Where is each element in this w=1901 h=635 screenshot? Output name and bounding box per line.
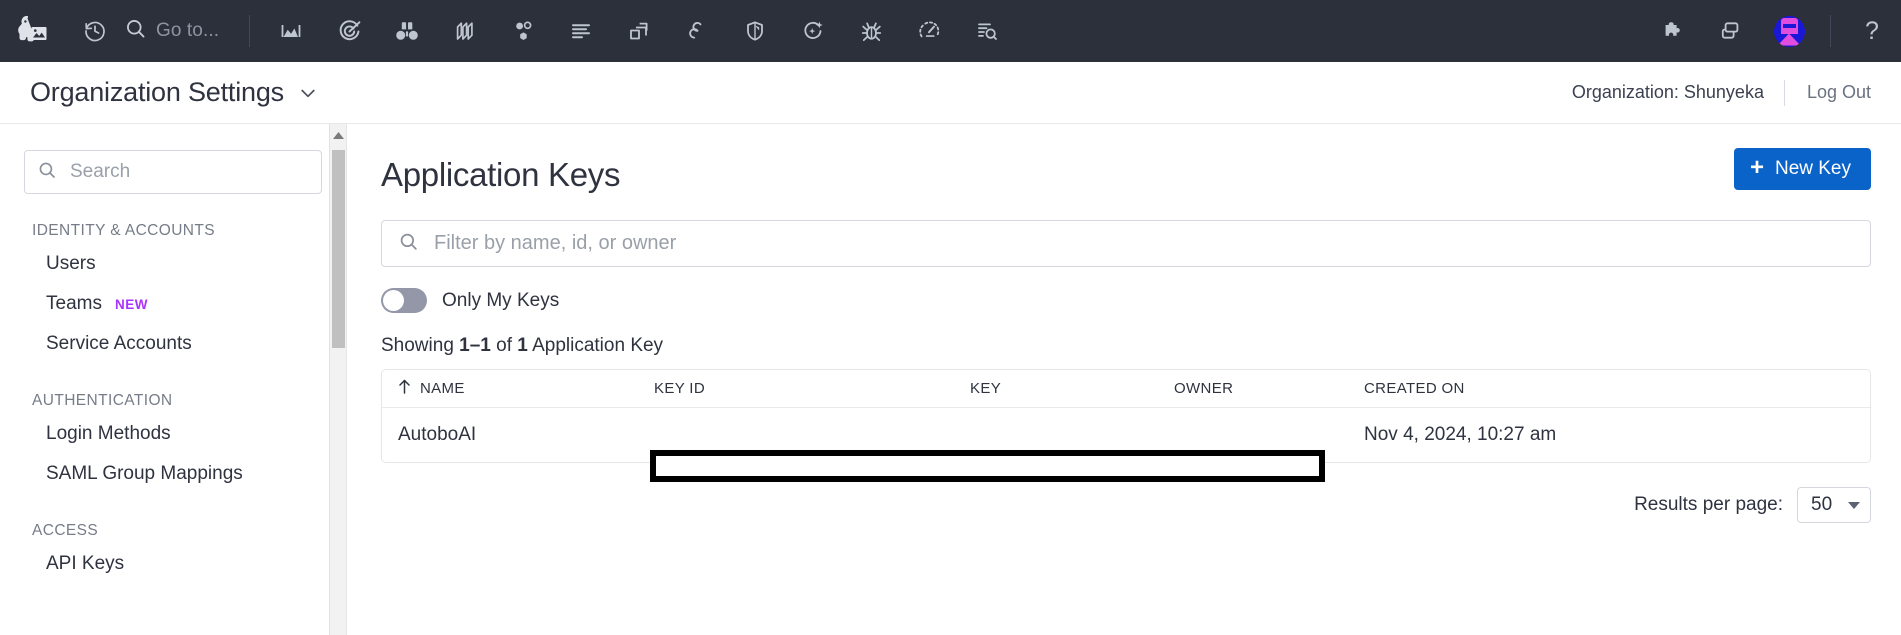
help-question-icon[interactable]: ? (1843, 0, 1901, 62)
application-keys-table: NAME KEY ID KEY OWNER CREATED ON AutoboA… (381, 369, 1871, 463)
column-header-label: KEY (970, 380, 1002, 397)
filter-input[interactable] (432, 231, 1854, 256)
go-to-search[interactable]: Go to... (124, 0, 237, 62)
redaction-box (650, 450, 1325, 482)
column-header-label: OWNER (1174, 380, 1234, 397)
sidebar-scrollbar-thumb[interactable] (332, 150, 345, 348)
dashboards-icon[interactable] (262, 0, 320, 62)
scroll-up-arrow-icon[interactable] (330, 131, 346, 140)
security-shield-icon[interactable] (726, 0, 784, 62)
performance-gauge-icon[interactable] (900, 0, 958, 62)
only-my-keys-label: Only My Keys (442, 289, 560, 311)
cell-created-on: Nov 4, 2024, 10:27 am (1364, 424, 1557, 445)
search-icon (37, 160, 57, 185)
results-per-page-select[interactable]: 50 (1797, 487, 1871, 523)
ai-sparkle-icon[interactable] (784, 0, 842, 62)
plus-icon: + (1749, 154, 1764, 181)
column-header-key[interactable]: KEY (970, 380, 1174, 397)
go-to-label: Go to... (156, 20, 220, 41)
column-header-owner[interactable]: OWNER (1174, 380, 1364, 397)
log-explorer-search-icon[interactable] (958, 0, 1016, 62)
main-header-row: Application Keys + New Key (381, 148, 1871, 191)
sidebar-section-identity-accounts: IDENTITY & ACCOUNTS (32, 222, 216, 239)
new-badge: NEW (114, 297, 148, 312)
pagination-controls: Results per page: 50 (381, 487, 1871, 523)
sidebar-item-saml-group-mappings[interactable]: SAML Group Mappings (0, 454, 346, 494)
sidebar-item-service-accounts[interactable]: Service Accounts (0, 324, 346, 364)
column-header-label: KEY ID (654, 380, 706, 397)
only-my-keys-row: Only My Keys (381, 288, 1871, 313)
containers-stack-icon[interactable] (610, 0, 668, 62)
showing-total: 1 (517, 335, 528, 356)
sort-ascending-arrow-icon (398, 379, 411, 398)
filter-box[interactable] (381, 220, 1871, 267)
error-tracking-bug-icon[interactable] (842, 0, 900, 62)
results-per-page-label: Results per page: (1634, 494, 1783, 515)
sidebar-item-api-keys[interactable]: API Keys (0, 544, 346, 584)
search-icon (398, 231, 419, 257)
new-key-button-label: New Key (1774, 158, 1851, 179)
organization-label: Organization: Shunyeka (1571, 82, 1764, 102)
top-navigation-bar: Go to... ? (0, 0, 1901, 62)
top-nav-right-group: ? (1644, 0, 1901, 62)
table-header-row: NAME KEY ID KEY OWNER CREATED ON (382, 370, 1870, 408)
sidebar-item-teams[interactable]: Teams NEW (0, 284, 346, 324)
showing-count-text: Showing 1–1 of 1 Application Key (381, 335, 1871, 357)
column-header-name[interactable]: NAME (382, 379, 654, 398)
apm-nodes-icon[interactable] (494, 0, 552, 62)
new-key-button[interactable]: + New Key (1733, 148, 1871, 190)
main-content: Application Keys + New Key Only My Keys … (347, 124, 1901, 635)
history-clock-icon[interactable] (66, 0, 124, 62)
results-per-page-value: 50 (1811, 494, 1833, 515)
monitors-target-icon[interactable] (320, 0, 378, 62)
sidebar-item-label: API Keys (46, 553, 125, 574)
caret-down-icon (1848, 501, 1860, 509)
sidebar-section-authentication: AUTHENTICATION (32, 392, 173, 409)
sidebar-item-label: Login Methods (46, 423, 171, 444)
showing-suffix: Application Key (527, 335, 664, 356)
search-icon (124, 17, 147, 45)
integrations-puzzle-icon[interactable] (1644, 0, 1702, 62)
sidebar-search-box[interactable] (24, 150, 322, 194)
showing-mid: of (490, 335, 518, 356)
toggle-knob (383, 290, 404, 311)
user-avatar[interactable] (1760, 0, 1818, 62)
settings-sidebar: IDENTITY & ACCOUNTS Users Teams NEW Serv… (0, 124, 347, 635)
header-right-group: Organization: Shunyeka Log Out (1571, 79, 1877, 106)
nav-divider (249, 15, 251, 47)
nav-divider-right (1830, 15, 1831, 47)
cell-name: AutoboAI (398, 424, 477, 445)
page-title-organization-settings: Organization Settings (30, 77, 284, 107)
showing-prefix: Showing (381, 335, 460, 356)
page-title: Application Keys (381, 156, 621, 193)
column-header-created-on[interactable]: CREATED ON (1364, 380, 1870, 397)
logs-layers-icon[interactable] (436, 0, 494, 62)
sidebar-item-label: Users (46, 253, 96, 274)
page-header: Organization Settings Organization: Shun… (0, 62, 1901, 124)
body-container: IDENTITY & ACCOUNTS Users Teams NEW Serv… (0, 124, 1901, 635)
synthetics-link-icon[interactable] (668, 0, 726, 62)
sidebar-scrollbar[interactable] (329, 124, 346, 635)
sidebar-section-access: ACCESS (32, 522, 99, 539)
sidebar-item-label: Service Accounts (46, 333, 192, 354)
sidebar-search-input[interactable] (68, 160, 309, 184)
sidebar-item-label: Teams (46, 293, 102, 314)
sidebar-item-label: SAML Group Mappings (46, 463, 243, 484)
column-header-label: CREATED ON (1364, 380, 1465, 397)
datadog-dog-logo[interactable] (0, 0, 66, 62)
chevron-down-icon[interactable] (298, 83, 318, 103)
column-header-label: NAME (420, 380, 465, 397)
top-nav-left-group: Go to... (0, 0, 1016, 62)
sidebar-item-users[interactable]: Users (0, 244, 346, 284)
column-header-key-id[interactable]: KEY ID (654, 380, 970, 397)
logout-link[interactable]: Log Out (1785, 82, 1877, 103)
infrastructure-list-icon[interactable] (552, 0, 610, 62)
only-my-keys-toggle[interactable] (381, 288, 427, 313)
showing-range: 1–1 (459, 335, 491, 356)
watchdog-binoculars-icon[interactable] (378, 0, 436, 62)
notebooks-copy-icon[interactable] (1702, 0, 1760, 62)
sidebar-item-login-methods[interactable]: Login Methods (0, 414, 346, 454)
